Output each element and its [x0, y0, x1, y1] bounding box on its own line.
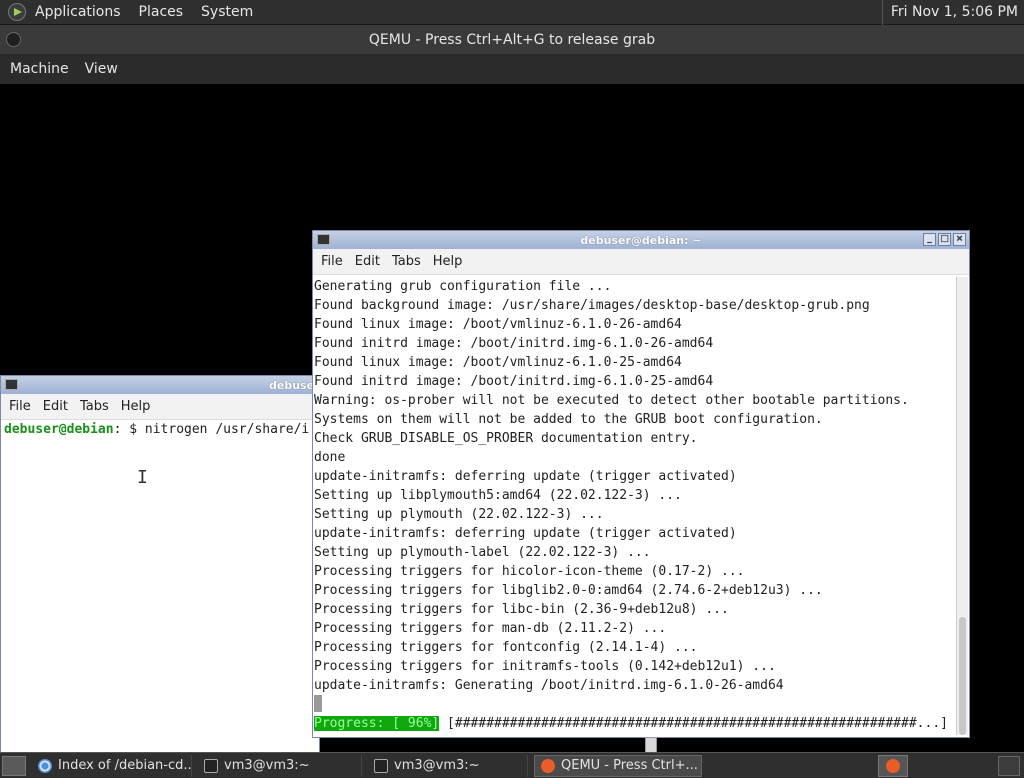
menu-tabs[interactable]: Tabs	[386, 254, 427, 269]
terminal-line: Setting up plymouth-label (22.02.122-3) …	[314, 545, 651, 560]
chrome-icon	[38, 758, 52, 773]
progress-line: Progress: [ 96%] [######################…	[314, 714, 956, 733]
window-menu-icon[interactable]	[6, 32, 21, 47]
menu-machine[interactable]: Machine	[2, 61, 77, 77]
task-browser[interactable]: Index of /debian-cd...	[32, 754, 192, 777]
qemu-window-titlebar[interactable]: QEMU - Press Ctrl+Alt+G to release grab	[0, 25, 1024, 54]
task-label: Index of /debian-cd...	[58, 758, 192, 773]
scrollbar-thumb[interactable]	[959, 617, 966, 735]
terminal-icon	[317, 234, 330, 245]
terminal-line: update-initramfs: deferring update (trig…	[314, 469, 737, 484]
terminal-line: Warning: os-prober will not be executed …	[314, 393, 909, 408]
trash-icon[interactable]	[998, 755, 1020, 776]
qemu-menubar: Machine View	[0, 54, 1024, 84]
progress-bar-text: [#######################################…	[439, 716, 948, 731]
terminal-line: Processing triggers for initramfs-tools …	[314, 659, 776, 674]
terminal-line: Processing triggers for fontconfig (2.14…	[314, 640, 698, 655]
guest-screen[interactable]: debuse File Edit Tabs Help debuser@debia…	[0, 84, 1024, 755]
menu-file[interactable]: File	[315, 254, 349, 269]
menu-edit[interactable]: Edit	[349, 254, 386, 269]
terminal-cursor-line	[314, 695, 956, 714]
terminal-line: Processing triggers for libc-bin (2.36-9…	[314, 602, 729, 617]
terminal-line: Processing triggers for libglib2.0-0:amd…	[314, 583, 823, 598]
terminal-window-right[interactable]: debuser@debian: ~ _ □ × File Edit Tabs H…	[312, 230, 970, 738]
close-icon[interactable]: ×	[953, 233, 966, 246]
task-terminal-1[interactable]: vm3@vm3:~	[198, 754, 362, 777]
resize-handle[interactable]	[645, 737, 657, 753]
terminal-line: Check GRUB_DISABLE_OS_PROBER documentati…	[314, 431, 698, 446]
menu-applications[interactable]: Applications	[26, 4, 130, 20]
task-label: vm3@vm3:~	[394, 758, 480, 773]
menu-help[interactable]: Help	[427, 254, 469, 269]
menu-help[interactable]: Help	[115, 399, 157, 414]
terminal-line: Found initrd image: /boot/initrd.img-6.1…	[314, 374, 714, 389]
menu-view[interactable]: View	[77, 61, 126, 77]
progress-label: Progress: [ 96%]	[314, 716, 440, 731]
menu-places[interactable]: Places	[130, 4, 193, 20]
terminal-right-output[interactable]: Generating grub configuration file ... Fo…	[314, 277, 956, 735]
show-desktop-icon[interactable]	[2, 755, 26, 776]
terminal-right-menubar: File Edit Tabs Help	[313, 249, 969, 275]
text-cursor-icon: I	[137, 467, 148, 488]
tray-qemu-icon[interactable]	[878, 754, 908, 777]
terminal-right-titlebar[interactable]: debuser@debian: ~ _ □ ×	[313, 231, 969, 249]
qemu-icon	[541, 758, 555, 773]
terminal-line: Found linux image: /boot/vmlinuz-6.1.0-2…	[314, 355, 682, 370]
task-terminal-2[interactable]: vm3@vm3:~	[368, 754, 528, 777]
terminal-line: Found initrd image: /boot/initrd.img-6.1…	[314, 336, 714, 351]
terminal-line: Setting up libplymouth5:amd64 (22.02.122…	[314, 488, 682, 503]
minimize-icon[interactable]: _	[923, 233, 936, 246]
terminal-line: Processing triggers for hicolor-icon-the…	[314, 564, 745, 579]
terminal-icon	[374, 758, 388, 773]
task-qemu[interactable]: QEMU - Press Ctrl+...	[534, 754, 702, 777]
terminal-icon	[5, 379, 18, 390]
qemu-window-title: QEMU - Press Ctrl+Alt+G to release grab	[368, 31, 656, 48]
terminal-line: Setting up plymouth (22.02.122-3) ...	[314, 507, 604, 522]
terminal-line: Found linux image: /boot/vmlinuz-6.1.0-2…	[314, 317, 682, 332]
terminal-line: update-initramfs: deferring update (trig…	[314, 526, 737, 541]
terminal-line: Generating grub configuration file ...	[314, 279, 612, 294]
task-label: QEMU - Press Ctrl+...	[561, 758, 698, 773]
terminal-left-output[interactable]: debuser@debian: $ nitrogen /usr/share/i	[1, 420, 319, 754]
terminal-window-left[interactable]: debuse File Edit Tabs Help debuser@debia…	[0, 375, 320, 755]
taskbar: Index of /debian-cd... vm3@vm3:~ vm3@vm3…	[0, 752, 1024, 778]
terminal-right-title: debuser@debian: ~	[580, 233, 702, 247]
menu-file[interactable]: File	[3, 399, 37, 414]
gnome-foot-icon[interactable]	[8, 3, 26, 21]
terminal-icon	[204, 758, 218, 773]
host-top-panel: Applications Places System Fri Nov 1, 5:…	[0, 0, 1024, 25]
panel-clock[interactable]: Fri Nov 1, 5:06 PM	[881, 0, 1024, 25]
terminal-scrollbar[interactable]	[956, 277, 968, 735]
menu-system[interactable]: System	[192, 4, 262, 20]
terminal-line: Systems on them will not be added to the…	[314, 412, 823, 427]
prompt-user: debuser@debian	[4, 422, 114, 437]
terminal-line: update-initramfs: Generating /boot/initr…	[314, 678, 784, 693]
terminal-line: done	[314, 450, 346, 465]
terminal-cursor	[314, 695, 322, 712]
maximize-icon[interactable]: □	[938, 233, 951, 246]
menu-edit[interactable]: Edit	[37, 399, 74, 414]
terminal-left-menubar: File Edit Tabs Help	[1, 394, 319, 420]
menu-tabs[interactable]: Tabs	[74, 399, 115, 414]
terminal-left-title: debuse	[269, 378, 315, 392]
terminal-line: Processing triggers for man-db (2.11.2-2…	[314, 621, 667, 636]
terminal-line: Found background image: /usr/share/image…	[314, 298, 870, 313]
terminal-left-titlebar[interactable]: debuse	[1, 376, 319, 394]
prompt-command: : $ nitrogen /usr/share/i	[113, 422, 310, 437]
task-label: vm3@vm3:~	[224, 758, 310, 773]
